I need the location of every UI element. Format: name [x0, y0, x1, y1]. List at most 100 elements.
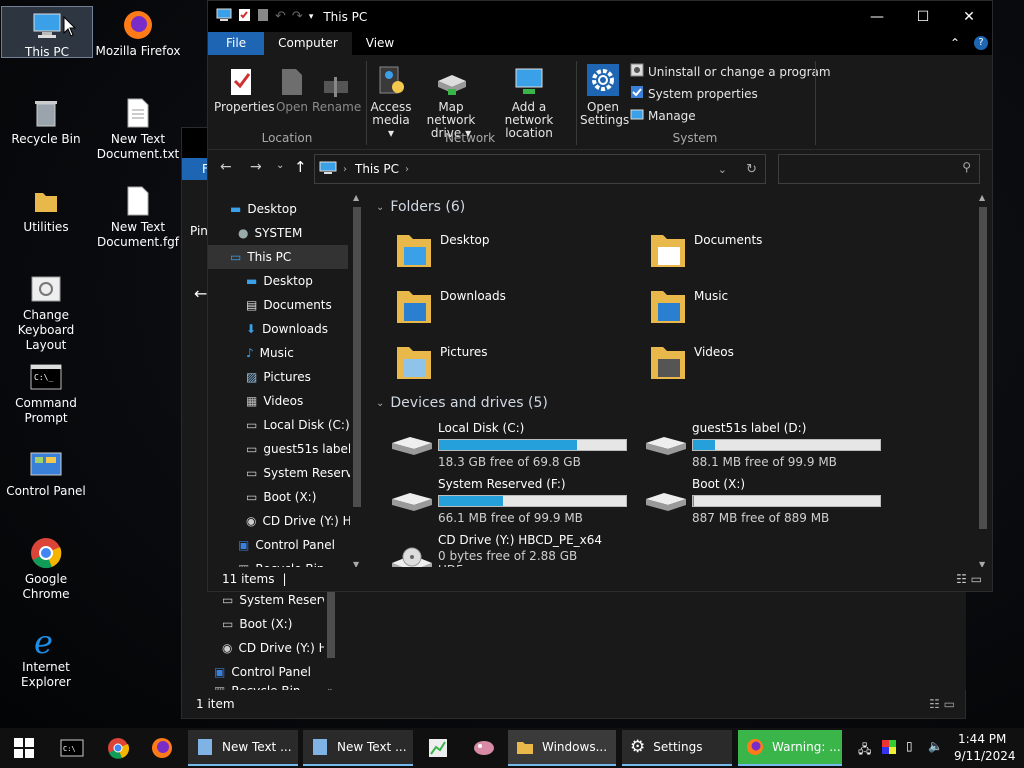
breadcrumb-chevron-icon[interactable]: › [405, 164, 409, 175]
desktop-icon-control-panel[interactable]: Control Panel [1, 446, 91, 499]
tab-file[interactable]: File [208, 32, 265, 55]
nav-item-desktop[interactable]: ▬ Desktop [208, 197, 348, 221]
nav-item-system[interactable]: ● SYSTEM [208, 221, 348, 245]
taskbar-window-new-text-1[interactable]: New Text ... [188, 730, 298, 766]
desktop-icon-command-prompt[interactable]: C:\_ Command Prompt [1, 358, 91, 426]
nav-item-videos[interactable]: ▦ Videos [208, 389, 348, 413]
navigation-pane-scrollbar[interactable]: ▲ ▼ [350, 193, 364, 569]
taskbar-command-prompt[interactable]: C:\ [54, 728, 90, 768]
view-toggle-icon[interactable]: ☷ ▭ [929, 697, 955, 711]
drive-tile[interactable]: guest51s label (D:) 88.1 MB free of 99.9 … [642, 421, 892, 471]
map-network-drive-button[interactable]: Map network drive ▾ [416, 61, 486, 140]
breadcrumb-this-pc[interactable]: This PC [355, 162, 399, 176]
start-button[interactable] [0, 728, 48, 768]
system-properties-button[interactable]: System properties [630, 85, 758, 102]
properties-button[interactable]: Properties [214, 61, 275, 114]
taskbar-firefox[interactable] [144, 728, 180, 768]
folder-pictures[interactable]: Pictures [394, 341, 488, 386]
add-network-location-button[interactable]: Add a network location [488, 61, 570, 140]
nav-item-local-disk-c[interactable]: ▭ Local Disk (C:) [208, 413, 350, 437]
desktop-icon-firefox[interactable]: Mozilla Firefox [93, 6, 183, 59]
new-folder-quick-icon[interactable] [257, 8, 269, 25]
drives-section-header[interactable]: ⌄ Devices and drives (5) [376, 395, 548, 411]
tab-view[interactable]: View [352, 32, 408, 55]
nav-item-documents[interactable]: ▤ Documents [208, 293, 348, 317]
nav-item-desktop[interactable]: ▬ Desktop [208, 269, 348, 293]
nav-item-system-reserve[interactable]: ▭ System Reserve [208, 461, 360, 485]
breadcrumb-separator-icon[interactable]: › [343, 164, 347, 175]
view-toggle-icon[interactable]: ☷ ▭ [956, 572, 982, 586]
color-tray-icon[interactable] [882, 740, 896, 757]
taskbar-chrome[interactable] [100, 728, 136, 768]
drive-tile[interactable]: System Reserved (F:) 66.1 MB free of 99.9… [388, 477, 638, 527]
back-arrow-icon[interactable]: ← [194, 284, 207, 303]
title-bar[interactable]: ↶ ↷ ▾ This PC — ☐ ✕ [208, 1, 992, 32]
desktop-icon-utilities[interactable]: Utilities [1, 182, 91, 235]
taskbar-window-explorer[interactable]: Windows... [508, 730, 616, 766]
back-nav-icon[interactable]: ← [220, 159, 232, 175]
network-tray-icon[interactable]: 🖧 [858, 740, 871, 761]
drive-tile[interactable]: Local Disk (C:) 18.3 GB free of 69.8 GB [388, 421, 638, 471]
maximize-button[interactable]: ☐ [900, 1, 946, 32]
nav-item-downloads[interactable]: ⬇ Downloads [208, 317, 348, 341]
clock-time[interactable]: 1:44 PM [958, 732, 1006, 746]
desktop-icon-google-chrome[interactable]: Google Chrome [1, 534, 91, 602]
volume-muted-icon[interactable]: 🔈 [928, 739, 943, 753]
taskbar-window-new-text-2[interactable]: New Text ... [303, 730, 413, 766]
nav-item-cd-drive-y-h[interactable]: ◉ CD Drive (Y:) H [208, 509, 352, 533]
folder-music[interactable]: Music [648, 285, 728, 330]
minimize-button[interactable]: — [854, 1, 900, 32]
back-nav-item[interactable]: ◉ CD Drive (Y:) H [222, 636, 328, 660]
rename-button[interactable]: Rename [312, 61, 361, 114]
undo-icon[interactable]: ↶ [275, 9, 286, 24]
folder-videos[interactable]: Videos [648, 341, 734, 386]
uninstall-program-button[interactable]: Uninstall or change a program [630, 63, 831, 80]
clock-date[interactable]: 9/11/2024 [954, 749, 1016, 763]
refresh-icon[interactable]: ↻ [746, 162, 757, 177]
back-nav-item[interactable]: ▣ Control Panel [214, 660, 311, 684]
usb-tray-icon[interactable]: ▯ [906, 739, 913, 753]
nav-item-pictures[interactable]: ▨ Pictures [208, 365, 348, 389]
desktop-icon-change-keyboard-layout[interactable]: Change Keyboard Layout [1, 270, 91, 353]
folder-desktop[interactable]: Desktop [394, 229, 490, 274]
open-button[interactable]: Open [272, 61, 312, 114]
forward-nav-icon[interactable]: → [250, 159, 262, 175]
redo-icon[interactable]: ↷ [292, 9, 303, 24]
close-button[interactable]: ✕ [946, 1, 992, 32]
up-level-icon[interactable]: ↑ [294, 158, 307, 176]
taskbar-app-paint[interactable] [466, 728, 502, 768]
properties-quick-icon[interactable] [238, 8, 251, 25]
desktop-icon-text-document-fgf[interactable]: New Text Document.fgf [93, 182, 183, 250]
nav-item-guest51s-label[interactable]: ▭ guest51s label [208, 437, 351, 461]
nav-item-control-panel[interactable]: ▣ Control Panel [208, 533, 348, 557]
nav-item-boot-x[interactable]: ▭ Boot (X:) [208, 485, 348, 509]
folder-downloads[interactable]: Downloads [394, 285, 506, 330]
folders-section-header[interactable]: ⌄ Folders (6) [376, 199, 465, 215]
taskbar-window-settings[interactable]: ⚙ Settings [622, 730, 732, 766]
customize-quick-access-icon[interactable]: ▾ [309, 12, 314, 22]
nav-item-this-pc[interactable]: ▭ This PC [208, 245, 348, 269]
folder-documents[interactable]: Documents [648, 229, 762, 274]
back-nav-scrollbar[interactable]: ⌄ [324, 574, 338, 694]
help-icon[interactable]: ? [974, 36, 988, 50]
tab-computer[interactable]: Computer [264, 32, 352, 55]
taskbar-window-warning[interactable]: Warning: ... [738, 730, 842, 766]
explorer-window[interactable]: ↶ ↷ ▾ This PC — ☐ ✕ File Computer View ⌃… [207, 0, 993, 592]
access-media-button[interactable]: Access media ▾ [370, 61, 412, 140]
manage-button[interactable]: Manage [630, 107, 696, 124]
open-settings-button[interactable]: Open Settings [580, 61, 629, 127]
address-field[interactable]: › This PC › ⌄ ↻ [314, 154, 766, 184]
collapse-ribbon-icon[interactable]: ⌃ [950, 36, 960, 50]
drive-tile[interactable]: Boot (X:) 887 MB free of 889 MB [642, 477, 892, 527]
taskbar-app-chart[interactable] [420, 728, 456, 768]
recent-locations-icon[interactable]: ⌄ [276, 160, 284, 171]
drive-tile[interactable]: CD Drive (Y:) HBCD_PE_x64 0 bytes free of… [388, 533, 638, 569]
desktop-icon-recycle-bin[interactable]: Recycle Bin [1, 94, 91, 147]
desktop-icon-internet-explorer[interactable]: e Internet Explorer [1, 622, 91, 690]
nav-item-music[interactable]: ♪ Music [208, 341, 348, 365]
address-history-dropdown-icon[interactable]: ⌄ [718, 163, 727, 176]
search-input[interactable]: ⚲ [778, 154, 980, 184]
desktop-icon-text-document-txt[interactable]: New Text Document.txt [93, 94, 183, 162]
desktop-icon-this-pc[interactable]: This PC [1, 6, 93, 59]
back-nav-item[interactable]: ▭ Boot (X:) [222, 612, 292, 636]
